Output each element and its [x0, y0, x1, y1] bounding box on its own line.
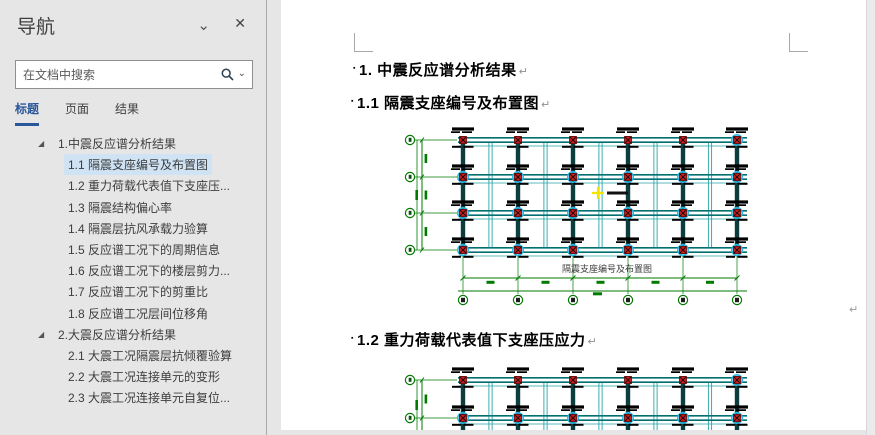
heading-1-1: ▪1.1 隔震支座编号及布置图↵ [351, 92, 551, 113]
nav-item-1-4[interactable]: 1.4 隔震层抗风承载力验算 [0, 218, 264, 239]
search-input[interactable] [16, 68, 218, 82]
nav-item-2-3[interactable]: 2.3 大震工况连接单元自复位... [0, 387, 264, 408]
nav-item-2-2[interactable]: 2.2 大震工况连接单元的变形 [0, 366, 264, 387]
nav-item-1[interactable]: ◢1.中震反应谱分析结果 [0, 133, 264, 154]
figure-bearing-layout-diagram: 隔震支座编号及布置图 [400, 122, 870, 322]
nav-item-1-8[interactable]: 1.8 反应谱工况层间位移角 [0, 303, 264, 324]
search-box[interactable]: ⌄ [15, 60, 253, 89]
nav-item-1-7[interactable]: 1.7 反应谱工况下的剪重比 [0, 281, 264, 302]
nav-item-label: 1.6 反应谱工况下的楼层剪力... [64, 260, 234, 281]
nav-item-label: 1.5 反应谱工况下的周期信息 [64, 239, 224, 260]
nav-item-label: 1.中震反应谱分析结果 [54, 133, 180, 154]
document-page: ▪1. 中震反应谱分析结果↵ ▪1.1 隔震支座编号及布置图↵ 隔震支座编号及布… [281, 0, 866, 430]
nav-item-1-3[interactable]: 1.3 隔震结构偏心率 [0, 197, 264, 218]
nav-item-label: 1.2 重力荷载代表值下支座压... [64, 175, 234, 196]
nav-item-2[interactable]: ◢2.大震反应谱分析结果 [0, 324, 264, 345]
text-boundary-cropmark [789, 33, 808, 52]
nav-pane-title: 导航 [17, 12, 55, 39]
paragraph-mark: ↵ [588, 336, 598, 348]
expand-triangle-icon[interactable]: ◢ [38, 330, 54, 339]
nav-item-label: 1.8 反应谱工况层间位移角 [64, 303, 212, 324]
paragraph-mark: ↵ [849, 303, 858, 316]
nav-item-label: 1.3 隔震结构偏心率 [64, 197, 176, 218]
heading-collapse-mark[interactable]: ▪ [353, 65, 356, 72]
heading-1-text: 1. 中震反应谱分析结果 [359, 62, 517, 79]
figure-bearing-stress-diagram [400, 362, 870, 430]
paragraph-mark: ↵ [541, 99, 551, 111]
nav-item-label: 2.3 大震工况连接单元自复位... [64, 387, 234, 408]
tab-pages[interactable]: 页面 [65, 100, 89, 126]
close-icon[interactable]: ✕ [234, 15, 246, 32]
nav-item-label: 2.2 大震工况连接单元的变形 [64, 366, 224, 387]
heading-1-1-text: 1.1 隔震支座编号及布置图 [357, 95, 539, 112]
svg-text:隔震支座编号及布置图: 隔震支座编号及布置图 [562, 263, 652, 274]
search-icon[interactable] [218, 65, 238, 85]
nav-item-label: 1.7 反应谱工况下的剪重比 [64, 281, 212, 302]
nav-item-label: 1.1 隔震支座编号及布置图 [64, 154, 212, 175]
word-window: 导航 ⌄ ✕ ⌄ 标题 页面 结果 ◢1.中震反应谱分析结果 1.1 隔震支座编… [0, 0, 875, 435]
nav-item-label: 2.1 大震工况隔震层抗倾覆验算 [64, 345, 236, 366]
heading-1-2-text: 1.2 重力荷载代表值下支座压应力 [357, 332, 586, 349]
nav-header: 导航 ⌄ ✕ [0, 0, 266, 50]
heading-1-2: ▪1.2 重力荷载代表值下支座压应力↵ [351, 329, 597, 350]
chevron-down-icon[interactable]: ⌄ [197, 16, 210, 34]
nav-tabs: 标题 页面 结果 [15, 100, 139, 126]
nav-item-1-1[interactable]: 1.1 隔震支座编号及布置图 [0, 154, 264, 175]
nav-item-2-1[interactable]: 2.1 大震工况隔震层抗倾覆验算 [0, 345, 264, 366]
text-boundary-cropmark [354, 33, 373, 52]
nav-item-label: 1.4 隔震层抗风承载力验算 [64, 218, 212, 239]
tab-headings[interactable]: 标题 [15, 100, 39, 126]
heading-1: ▪1. 中震反应谱分析结果↵ [353, 59, 528, 80]
nav-item-label: 2.大震反应谱分析结果 [54, 324, 180, 345]
nav-item-1-2[interactable]: 1.2 重力荷载代表值下支座压... [0, 175, 264, 196]
search-options-chevron-icon[interactable]: ⌄ [238, 68, 252, 81]
expand-triangle-icon[interactable]: ◢ [38, 139, 54, 148]
heading-collapse-mark[interactable]: ▪ [351, 98, 354, 105]
navigation-pane: 导航 ⌄ ✕ ⌄ 标题 页面 结果 ◢1.中震反应谱分析结果 1.1 隔震支座编… [0, 0, 267, 435]
heading-collapse-mark[interactable]: ▪ [351, 335, 354, 342]
scrollbar[interactable] [866, 0, 875, 435]
tab-results[interactable]: 结果 [115, 100, 139, 126]
nav-item-1-6[interactable]: 1.6 反应谱工况下的楼层剪力... [0, 260, 264, 281]
paragraph-mark: ↵ [519, 66, 529, 78]
nav-item-1-5[interactable]: 1.5 反应谱工况下的周期信息 [0, 239, 264, 260]
headings-tree: ◢1.中震反应谱分析结果 1.1 隔震支座编号及布置图 1.2 重力荷载代表值下… [0, 133, 264, 408]
document-area: ▪1. 中震反应谱分析结果↵ ▪1.1 隔震支座编号及布置图↵ 隔震支座编号及布… [267, 0, 875, 435]
